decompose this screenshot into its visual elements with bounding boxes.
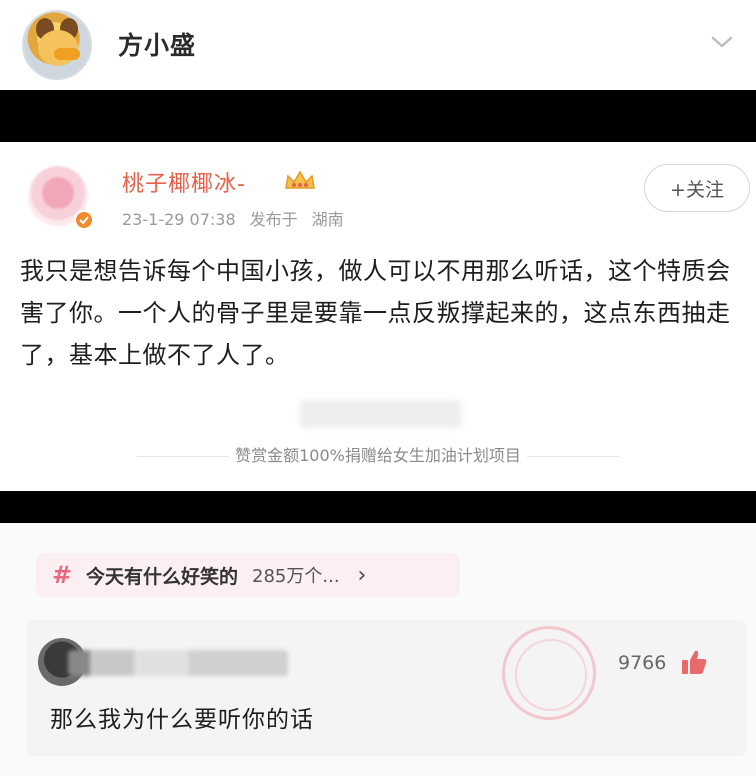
follow-button[interactable]: +关注 — [644, 164, 750, 212]
post-location: 湖南 — [311, 210, 344, 229]
user-avatar[interactable] — [22, 10, 92, 80]
topic-pill[interactable]: # 今天有什么好笑的 285万个... › — [36, 553, 460, 597]
topic-count: 285万个... — [252, 566, 340, 587]
like-count: 9766 — [618, 652, 667, 674]
username[interactable]: 方小盛 — [118, 26, 196, 62]
top-header: 方小盛 — [0, 0, 756, 90]
chevron-down-icon[interactable] — [708, 30, 736, 54]
chevron-right-icon: › — [357, 562, 367, 588]
blurred-content — [300, 400, 462, 428]
embedded-post: 桃子椰椰冰- 23-1-29 07:38 发布于 湖南 +关注 我只是想告诉每个中国… — [0, 142, 756, 491]
comment-text: 那么我为什么要听你的话 — [50, 707, 314, 733]
watermark-stamp — [502, 626, 596, 720]
post-meta: 23-1-29 07:38 发布于 湖南 — [122, 206, 358, 230]
redaction-band-top — [0, 90, 756, 142]
topic-title: 今天有什么好笑的 — [86, 565, 239, 588]
post-timestamp: 23-1-29 07:38 — [122, 210, 236, 229]
redaction-band-bottom — [0, 491, 756, 523]
lower-section: # 今天有什么好笑的 285万个... › 9766 那么我为什么要听你的话 — [0, 523, 756, 776]
published-in-label: 发布于 — [249, 210, 298, 229]
thumbs-up-icon[interactable] — [680, 648, 708, 676]
commenter-name-blurred — [68, 650, 288, 676]
verified-badge-icon — [74, 210, 94, 230]
comment-card: 9766 那么我为什么要听你的话 — [26, 620, 746, 756]
crown-icon — [285, 170, 315, 189]
post-body: 我只是想告诉每个中国小孩，做人可以不用那么听话，这个特质会害了你。一个人的骨子里… — [20, 257, 731, 369]
donation-note: 赞赏金额100%捐赠给女生加油计划项目 — [0, 442, 756, 466]
donation-note-text: 赞赏金额100%捐赠给女生加油计划项目 — [235, 446, 521, 465]
post-author-name[interactable]: 桃子椰椰冰- — [122, 166, 246, 198]
hash-icon: # — [51, 561, 73, 589]
